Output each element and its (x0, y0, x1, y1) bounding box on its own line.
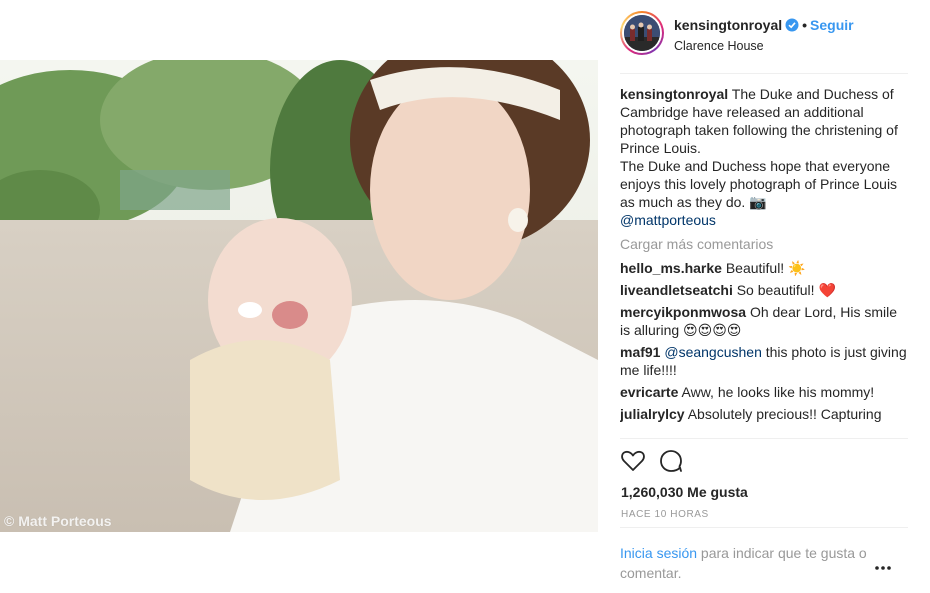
comment-item: mercyikponmwosa Oh dear Lord, His smile … (620, 303, 910, 339)
comment-username[interactable]: evricarte (620, 384, 678, 400)
likes-count[interactable]: 1,260,030 Me gusta (621, 484, 748, 500)
comment-username[interactable]: maf91 (620, 344, 660, 360)
comment-item: hello_ms.harke Beautiful! ☀️ (620, 259, 910, 277)
comment-username[interactable]: hello_ms.harke (620, 260, 722, 276)
comment-text: Aww, he looks like his mommy! (678, 384, 875, 400)
login-link[interactable]: Inicia sesión (620, 545, 697, 561)
post-sidebar: kensingtonroyal • Seguir Clarence House ke… (598, 0, 930, 593)
comment-item: evricarte Aww, he looks like his mommy! (620, 383, 910, 401)
avatar-image (624, 15, 660, 51)
comment-item: julialrylcy Absolutely precious!! Captur… (620, 405, 910, 423)
avatar[interactable] (620, 11, 664, 55)
login-prompt: Inicia sesión para indicar que te gusta … (620, 543, 882, 583)
post-header: kensingtonroyal • Seguir Clarence House (620, 11, 910, 61)
header-username[interactable]: kensingtonroyal (674, 17, 782, 33)
comment-icon[interactable] (658, 448, 684, 474)
comments-divider (620, 438, 908, 439)
caption-text: The Duke and Duchess of Cambridge have r… (620, 86, 898, 210)
caption: kensingtonroyal The Duke and Duchess of … (620, 85, 910, 229)
comment-username[interactable]: julialrylcy (620, 406, 685, 422)
caption-username[interactable]: kensingtonroyal (620, 86, 728, 102)
comment-text: So beautiful! ❤️ (732, 282, 836, 298)
comment-item: liveandletseatchi So beautiful! ❤️ (620, 281, 910, 299)
more-options-icon[interactable] (873, 562, 893, 574)
comment-username[interactable]: mercyikponmwosa (620, 304, 746, 320)
comment-mention[interactable]: @seangcushen (660, 344, 762, 360)
user-line: kensingtonroyal • Seguir (674, 17, 854, 33)
footer-divider (620, 527, 908, 528)
load-more-comments-link[interactable]: Cargar más comentarios (620, 235, 910, 253)
heart-icon[interactable] (620, 448, 646, 474)
comment-item: maf91 @seangcushen this photo is just gi… (620, 343, 910, 379)
follow-button[interactable]: Seguir (810, 17, 854, 33)
post-timestamp[interactable]: HACE 10 HORAS (621, 509, 709, 520)
comment-text: Absolutely precious!! Capturing (684, 406, 882, 422)
comment-text: Beautiful! ☀️ (721, 260, 806, 276)
comment-username[interactable]: liveandletseatchi (620, 282, 733, 298)
photo-credit: © Matt Porteous (4, 513, 112, 529)
separator-dot: • (802, 17, 808, 33)
location-link[interactable]: Clarence House (674, 39, 764, 53)
comments-section[interactable]: kensingtonroyal The Duke and Duchess of … (620, 85, 910, 435)
caption-mention[interactable]: @mattporteous (620, 212, 716, 228)
verified-badge-icon (785, 18, 799, 32)
post-image (0, 60, 598, 532)
post-photo[interactable]: © Matt Porteous (0, 60, 598, 532)
header-divider (620, 73, 908, 74)
